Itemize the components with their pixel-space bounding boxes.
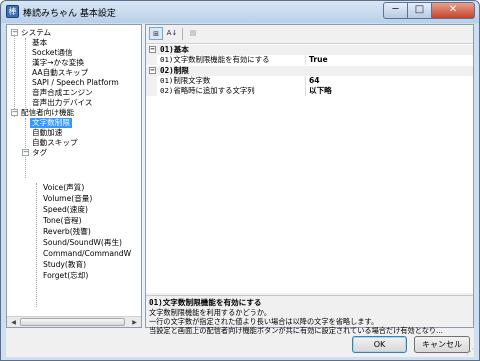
property-row-max-chars[interactable]: 01)制限文字数 64 — [146, 76, 473, 86]
tree-connector — [14, 33, 15, 117]
property-value[interactable]: 以下略 — [309, 86, 332, 96]
row-gutter — [146, 55, 157, 65]
ok-button[interactable]: OK — [352, 336, 407, 353]
category-row-limit[interactable]: − 02)制限 — [146, 66, 473, 76]
row-gutter — [146, 76, 157, 86]
property-toolbar: ⊞ A↓ ▤ — [146, 25, 473, 43]
tree-item-streamer[interactable]: 配信者向け機能 — [21, 108, 74, 118]
category-label: 01)基本 — [160, 45, 189, 54]
property-name: 01)文字数制限機能を有効にする — [160, 55, 306, 65]
tree-item-sound[interactable]: Sound/SoundW(再生) — [43, 238, 122, 248]
tree-item-aa-skip[interactable]: AA自動スキップ — [32, 68, 88, 78]
category-label: 02)制限 — [160, 66, 189, 75]
collapse-toggle-icon[interactable]: − — [11, 109, 18, 116]
tree-connector — [36, 183, 37, 307]
scroll-right-icon[interactable]: ▶ — [129, 318, 140, 327]
tree-item-speech-engine[interactable]: 音声合成エンジン — [32, 88, 93, 98]
tree-item-system[interactable]: システム — [21, 28, 51, 38]
minimize-button[interactable]: ─ — [383, 2, 408, 19]
property-value[interactable]: True — [309, 55, 328, 65]
collapse-toggle-icon[interactable]: − — [149, 46, 156, 53]
property-grid: ⊞ A↓ ▤ − 01)基本 01)文字数制限機能を有効にする True − 0… — [145, 24, 474, 335]
description-title: 01)文字数制限機能を有効にする — [149, 298, 262, 307]
dialog-client-area: − システム 基本 Socket通信 漢字→かな変換 AA自動スキップ SAPI… — [6, 24, 474, 357]
cancel-button[interactable]: キャンセル — [414, 336, 470, 353]
property-pages-button[interactable]: ▤ — [186, 27, 200, 40]
title-bar[interactable]: 棒 棒読みちゃん 基本設定 ─ □ ✕ — [1, 1, 479, 23]
app-icon: 棒 — [6, 5, 19, 18]
tree-item-output-device[interactable]: 音声出力デバイス — [32, 98, 93, 108]
collapse-toggle-icon[interactable]: − — [11, 29, 18, 36]
close-button[interactable]: ✕ — [432, 2, 475, 19]
tree-item-study[interactable]: Study(教育) — [43, 260, 86, 270]
tree-item-command[interactable]: Command/CommandW — [43, 249, 131, 259]
collapse-toggle-icon[interactable]: − — [149, 67, 156, 74]
category-row-basic[interactable]: − 01)基本 — [146, 45, 473, 55]
row-gutter — [146, 86, 157, 96]
tree-item-voice[interactable]: Voice(声質) — [43, 183, 84, 193]
tree-item-basic[interactable]: 基本 — [32, 38, 47, 48]
property-row-omit-suffix[interactable]: 02)省略時に追加する文字列 以下略 — [146, 86, 473, 96]
tree-item-kanji-kana[interactable]: 漢字→かな変換 — [32, 58, 84, 68]
property-name: 01)制限文字数 — [160, 76, 306, 86]
collapse-toggle-icon[interactable]: − — [22, 149, 29, 156]
description-panel: 01)文字数制限機能を有効にする 文字数制限機能を利用するかどうか。 一行の文字… — [146, 295, 473, 335]
settings-window: 棒 棒読みちゃん 基本設定 ─ □ ✕ − システム 基本 Socket通信 漢… — [0, 0, 480, 361]
tree-connector — [25, 38, 26, 108]
caption-buttons: ─ □ ✕ — [383, 2, 475, 19]
maximize-button[interactable]: □ — [408, 2, 432, 19]
tree-item-auto-skip[interactable]: 自動スキップ — [32, 138, 78, 148]
tree-horizontal-scrollbar[interactable]: ◀ ▶ — [7, 316, 141, 327]
tree-item-tone[interactable]: Tone(音程) — [43, 216, 82, 226]
description-line: 一行の文字数が指定された値より長い場合は以降の文字を省略します。 — [149, 317, 379, 326]
property-name: 02)省略時に追加する文字列 — [160, 86, 306, 96]
property-list: − 01)基本 01)文字数制限機能を有効にする True − 02)制限 01… — [146, 43, 473, 293]
tree-item-socket[interactable]: Socket通信 — [32, 48, 73, 58]
tree-item-forget[interactable]: Forget(忘却) — [43, 271, 88, 281]
categorized-view-button[interactable]: ⊞ — [149, 27, 163, 40]
scroll-thumb[interactable] — [20, 318, 125, 326]
tree-item-tag[interactable]: タグ — [32, 148, 47, 158]
tree-item-reverb[interactable]: Reverb(残響) — [43, 227, 91, 237]
tree-item-speed[interactable]: Speed(速度) — [43, 205, 88, 215]
tree-item-char-limit[interactable]: 文字数制限 — [30, 118, 72, 128]
description-line: 文字数制限機能を利用するかどうか。 — [149, 308, 272, 317]
resize-grip-icon[interactable]: ⋰ — [464, 347, 474, 357]
property-value[interactable]: 64 — [309, 76, 320, 86]
window-title: 棒読みちゃん 基本設定 — [23, 9, 116, 19]
description-line: 当設定と画面上の配信者向け機能ボタンが共に有効に設定されている場合だけ有効となり… — [149, 326, 443, 335]
settings-tree[interactable]: − システム 基本 Socket通信 漢字→かな変換 AA自動スキップ SAPI… — [6, 24, 142, 328]
property-row-enable-limit[interactable]: 01)文字数制限機能を有効にする True — [146, 55, 473, 65]
scroll-left-icon[interactable]: ◀ — [8, 318, 19, 327]
toolbar-separator — [182, 28, 183, 40]
alphabetical-sort-button[interactable]: A↓ — [165, 27, 179, 40]
tree-item-sapi[interactable]: SAPI / Speech Platform — [32, 78, 119, 88]
tree-item-auto-accel[interactable]: 自動加速 — [32, 128, 62, 138]
tree-item-volume[interactable]: Volume(音量) — [43, 194, 92, 204]
